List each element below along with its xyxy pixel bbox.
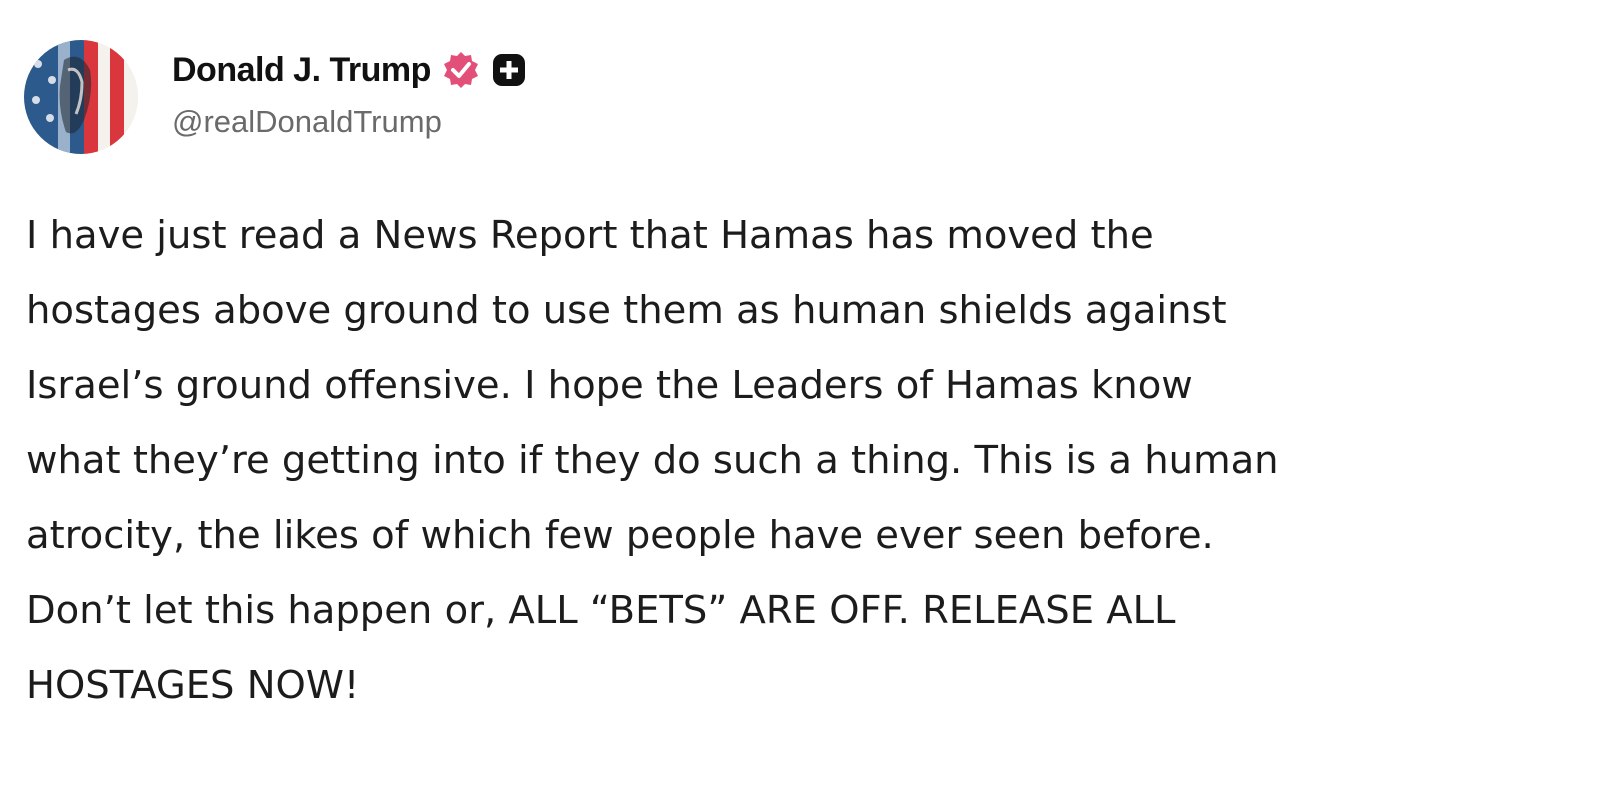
post-text-line: HOSTAGES NOW! [26, 663, 360, 708]
post-text-line: atrocity, the likes of which few people … [26, 513, 1214, 558]
post-card: Donald J. Trump @realDonaldTrump I have … [0, 0, 1622, 788]
avatar[interactable] [24, 40, 138, 154]
post-text-line: I have just read a News Report that Hama… [26, 213, 1154, 258]
author-info: Donald J. Trump @realDonaldTrump [172, 48, 527, 140]
plus-badge-icon [491, 52, 527, 88]
post-header: Donald J. Trump @realDonaldTrump [24, 40, 527, 154]
post-text-line: hostages above ground to use them as hum… [26, 288, 1227, 333]
post-text-line: Don’t let this happen or, ALL “BETS” ARE… [26, 588, 1176, 633]
author-display-name[interactable]: Donald J. Trump [172, 51, 431, 90]
post-body: I have just read a News Report that Hama… [26, 198, 1586, 723]
post-text-line: what they’re getting into if they do suc… [26, 438, 1279, 483]
verified-check-icon [441, 50, 481, 90]
avatar-image [24, 40, 138, 154]
author-name-row: Donald J. Trump [172, 48, 527, 92]
author-handle[interactable]: @realDonaldTrump [172, 104, 527, 140]
post-text-line: Israel’s ground offensive. I hope the Le… [26, 363, 1193, 408]
